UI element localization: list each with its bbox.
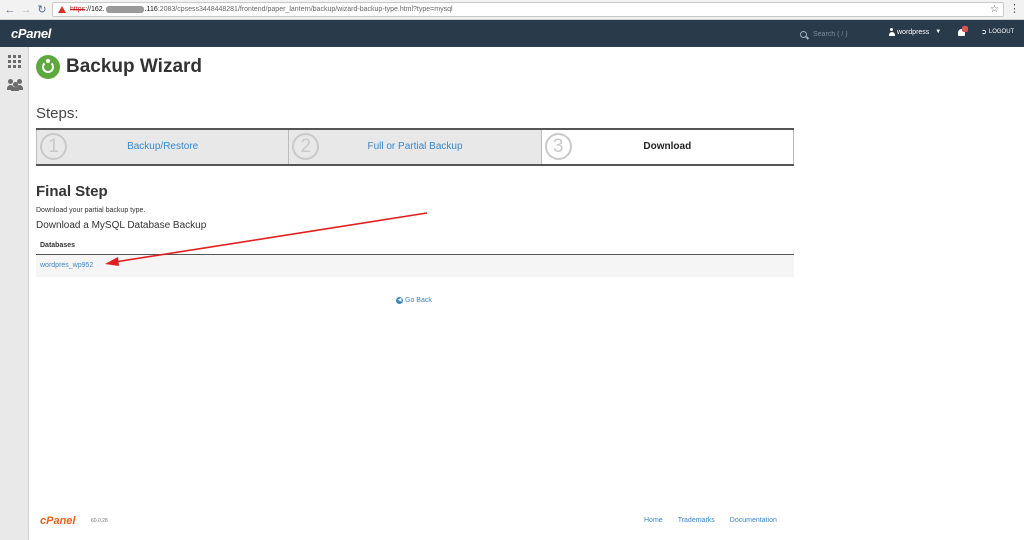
reload-icon[interactable]: ↻ bbox=[36, 4, 48, 16]
table-row: wordpres_wp952 bbox=[36, 255, 794, 277]
apps-grid-icon[interactable] bbox=[8, 55, 21, 68]
final-step-heading: Final Step bbox=[36, 183, 108, 200]
footer-documentation-link[interactable]: Documentation bbox=[730, 517, 777, 524]
step-label: Download bbox=[643, 141, 692, 152]
browser-toolbar: ← → ↻ https ://162. .116 :2083/cpsess344… bbox=[0, 0, 1024, 20]
logout-icon: ➲ bbox=[981, 29, 987, 36]
logout-label: LOGOUT bbox=[988, 29, 1015, 35]
footer-home-link[interactable]: Home bbox=[644, 517, 663, 524]
not-secure-warning-icon[interactable] bbox=[58, 6, 66, 13]
steps-bar: 1 Backup/Restore 2 Full or Partial Backu… bbox=[36, 128, 794, 166]
url-scheme: https bbox=[70, 6, 86, 13]
page-title: Backup Wizard bbox=[66, 56, 203, 77]
page-title-row: Backup Wizard bbox=[36, 55, 202, 79]
url-host-start: ://162. bbox=[85, 6, 105, 13]
databases-table: Databases wordpres_wp952 bbox=[36, 237, 794, 277]
download-heading: Download a MySQL Database Backup bbox=[36, 220, 207, 231]
footer-trademarks-link[interactable]: Trademarks bbox=[678, 517, 715, 524]
user-menu[interactable]: wordpress ▼ bbox=[888, 28, 941, 36]
final-step-description: Download your partial backup type. bbox=[36, 207, 146, 214]
search-input[interactable] bbox=[813, 30, 883, 38]
notification-badge bbox=[962, 26, 968, 32]
step-3: 3 Download bbox=[540, 130, 794, 164]
database-download-link[interactable]: wordpres_wp952 bbox=[40, 262, 93, 269]
notifications-bell-icon[interactable] bbox=[957, 26, 968, 39]
left-sidebar bbox=[0, 47, 29, 540]
logout-button[interactable]: ➲ LOGOUT bbox=[981, 28, 1014, 36]
back-arrow-icon[interactable]: ← bbox=[4, 4, 16, 16]
steps-heading: Steps: bbox=[36, 105, 79, 122]
cpanel-logo[interactable]: cPanel bbox=[11, 26, 51, 41]
back-circle-icon: ◀ bbox=[396, 297, 403, 304]
browser-menu-icon[interactable]: ⋮ bbox=[1009, 3, 1020, 15]
caret-down-icon: ▼ bbox=[935, 29, 942, 35]
bookmark-star-icon[interactable]: ☆ bbox=[990, 4, 999, 15]
go-back-link[interactable]: ◀ Go Back bbox=[396, 297, 432, 304]
address-bar[interactable]: https ://162. .116 :2083/cpsess344844828… bbox=[52, 2, 1004, 17]
step-label[interactable]: Full or Partial Backup bbox=[289, 141, 540, 152]
step-1[interactable]: 1 Backup/Restore bbox=[36, 130, 289, 164]
footer-version: 60.0.28 bbox=[91, 518, 108, 524]
header-search bbox=[800, 27, 883, 41]
step-2[interactable]: 2 Full or Partial Backup bbox=[288, 130, 541, 164]
forward-arrow-icon[interactable]: → bbox=[20, 4, 32, 16]
footer-cpanel-logo[interactable]: cPanel bbox=[40, 515, 75, 527]
go-back-label: Go Back bbox=[405, 297, 432, 304]
step-label[interactable]: Backup/Restore bbox=[37, 141, 288, 152]
redacted-ip-segment bbox=[105, 6, 144, 13]
user-icon bbox=[888, 28, 895, 36]
main-content: Backup Wizard Steps: 1 Backup/Restore 2 … bbox=[30, 47, 1024, 540]
table-header: Databases bbox=[36, 237, 794, 255]
username: wordpress bbox=[897, 28, 930, 36]
cpanel-header: cPanel wordpress ▼ ➲ LOGOUT bbox=[0, 20, 1024, 47]
url-path: :2083/cpsess3448448281/frontend/paper_la… bbox=[157, 6, 453, 13]
backup-wizard-icon bbox=[36, 55, 60, 79]
url-host-end: .116 bbox=[144, 6, 158, 13]
users-group-icon[interactable] bbox=[7, 79, 23, 91]
search-icon bbox=[800, 30, 807, 38]
footer-links: Home Trademarks Documentation bbox=[644, 517, 792, 524]
